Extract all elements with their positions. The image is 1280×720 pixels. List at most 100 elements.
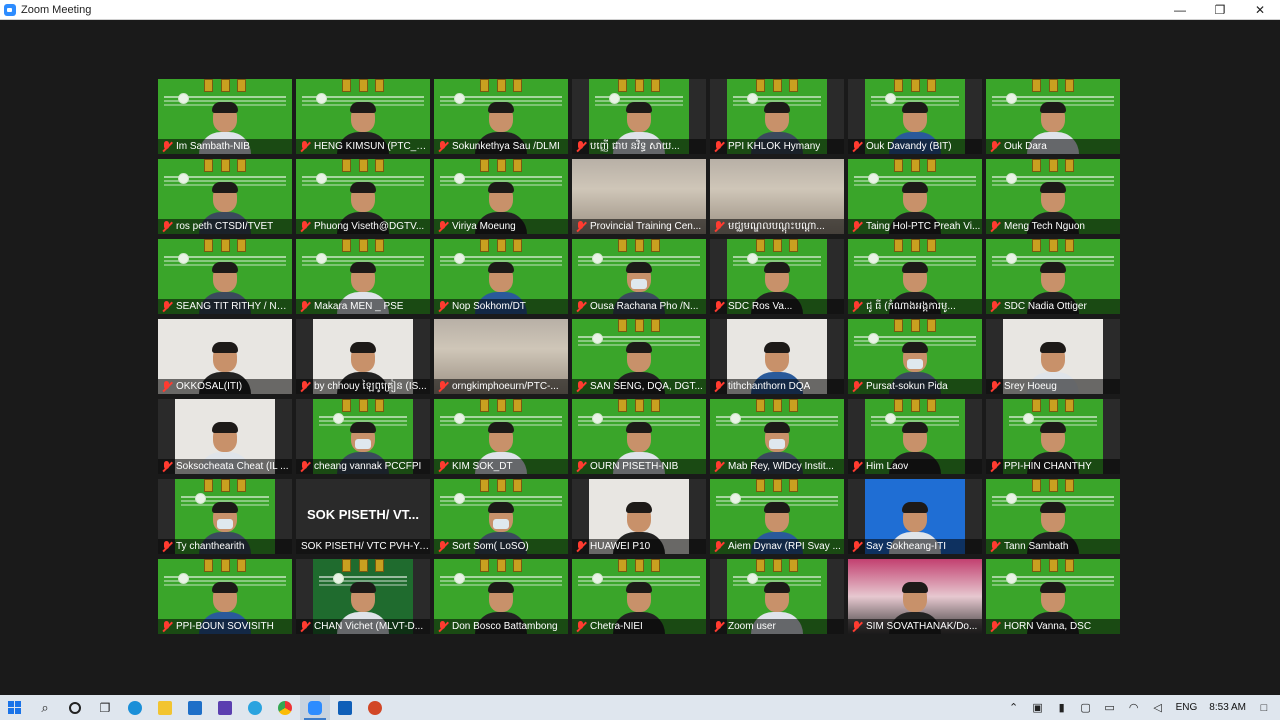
participant-tile[interactable]: Im Sambath-NIB: [158, 79, 292, 154]
outlook-app[interactable]: [330, 695, 360, 720]
search-icon: ⌕: [41, 699, 49, 715]
chrome-app[interactable]: [270, 695, 300, 720]
participant-tile[interactable]: Phuong Viseth@DGTV...: [296, 159, 430, 234]
participant-tile[interactable]: Tann Sambath: [986, 479, 1120, 554]
mail-app[interactable]: [180, 695, 210, 720]
maximize-button[interactable]: ❐: [1200, 0, 1240, 20]
start-button[interactable]: [0, 695, 30, 720]
battery-icon[interactable]: ▭: [1098, 695, 1122, 720]
powerpoint-app[interactable]: [360, 695, 390, 720]
language-indicator[interactable]: ENG: [1170, 702, 1204, 713]
participant-tile[interactable]: Aiem Dynav (RPI Svay ...: [710, 479, 844, 554]
close-button[interactable]: ✕: [1240, 0, 1280, 20]
participant-tile[interactable]: Meng Tech Nguon: [986, 159, 1120, 234]
participant-namebar: Ty chanthearith: [158, 539, 292, 554]
meet-now-icon[interactable]: ▣: [1026, 695, 1050, 720]
participant-tile[interactable]: cheang vannak PCCFPI: [296, 399, 430, 474]
participant-tile[interactable]: Mab Rey, WlDcy Instit...: [710, 399, 844, 474]
notification-app-icon[interactable]: ▢: [1074, 695, 1098, 720]
participant-tile[interactable]: SOK PISETH/ VT... SOK PISETH/ VTC PVH-YA.…: [296, 479, 430, 554]
visual-studio-app[interactable]: [210, 695, 240, 720]
participant-namebar: ros peth CTSDI/TVET: [158, 219, 292, 234]
task-view-button[interactable]: ❐: [90, 695, 120, 720]
participant-tile[interactable]: Viriya Moeung: [434, 159, 568, 234]
participant-name: Srey Hoeug: [1004, 381, 1057, 392]
ministry-logo-icon: [454, 93, 465, 104]
participant-tile[interactable]: HENG KIMSUN (PTC_O...: [296, 79, 430, 154]
telegram-app[interactable]: [240, 695, 270, 720]
participant-tile[interactable]: CHAN Vichet (MLVT-D...: [296, 559, 430, 634]
muted-microphone-icon: [161, 540, 173, 553]
participant-tile[interactable]: មជ្ឈមណ្ឌលបណ្ដុះបណ្ដា...: [710, 159, 844, 234]
virtual-background-emblems: [894, 319, 936, 333]
participant-tile[interactable]: Sokunkethya Sau /DLMI: [434, 79, 568, 154]
participant-tile[interactable]: by chhouy ឡៃពូគ្រៀន (IS...: [296, 319, 430, 394]
participant-tile[interactable]: HORN Vanna, DSC: [986, 559, 1120, 634]
participant-tile[interactable]: PPI KHLOK Hymany: [710, 79, 844, 154]
participant-namebar: Say Sokheang-ITI: [848, 539, 982, 554]
participant-tile[interactable]: OURN PISETH-NIB: [572, 399, 706, 474]
participant-tile[interactable]: Srey Hoeug: [986, 319, 1120, 394]
participant-tile[interactable]: Ousa Rachana Pho /N...: [572, 239, 706, 314]
participant-tile[interactable]: KIM SOK_DT: [434, 399, 568, 474]
participant-tile[interactable]: SAN SENG, DQA, DGT...: [572, 319, 706, 394]
participant-tile[interactable]: Taing Hol-PTC Preah Vi...: [848, 159, 982, 234]
participant-namebar: PPI KHLOK Hymany: [710, 139, 844, 154]
participant-namebar: Ouk Dara: [986, 139, 1120, 154]
search-button[interactable]: ⌕: [30, 695, 60, 720]
participant-tile[interactable]: Zoom user: [710, 559, 844, 634]
participant-tile[interactable]: Chetra-NIEI: [572, 559, 706, 634]
microphone-icon[interactable]: ▮: [1050, 695, 1074, 720]
minimize-button[interactable]: —: [1160, 0, 1200, 20]
chrome-icon: [278, 700, 292, 715]
participant-tile[interactable]: SEANG TIT RITHY / NPI...: [158, 239, 292, 314]
wifi-icon[interactable]: ◠: [1122, 695, 1146, 720]
participant-tile[interactable]: Provincial Training Cen...: [572, 159, 706, 234]
participant-tile[interactable]: Don Bosco Battambong: [434, 559, 568, 634]
muted-microphone-icon: [575, 380, 587, 393]
participant-tile[interactable]: ជូ ធី (កំណាងអង្គការមូ...: [848, 239, 982, 314]
participant-tile[interactable]: Makara MEN _ PSE: [296, 239, 430, 314]
clock[interactable]: 8:53 AM: [1203, 702, 1252, 713]
muted-microphone-icon: [851, 140, 863, 153]
participant-tile[interactable]: SIM SOVATHANAK/Do...: [848, 559, 982, 634]
participant-tile[interactable]: Soksocheata Cheat (IL ...: [158, 399, 292, 474]
virtual-background-emblems: [204, 159, 246, 173]
participant-name-display: SOK PISETH/ VT...: [307, 507, 419, 522]
participant-tile[interactable]: ros peth CTSDI/TVET: [158, 159, 292, 234]
participant-tile[interactable]: Ty chanthearith: [158, 479, 292, 554]
participant-tile[interactable]: PPI-HIN CHANTHY: [986, 399, 1120, 474]
participant-tile[interactable]: tithchanthorn DQA: [710, 319, 844, 394]
muted-microphone-icon: [437, 540, 449, 553]
participant-tile[interactable]: OKKOSAL(ITI): [158, 319, 292, 394]
participant-tile[interactable]: Sort Som( LoSO): [434, 479, 568, 554]
show-hidden-icons-button[interactable]: ⌃: [1002, 695, 1026, 720]
participant-tile[interactable]: SDC Nadia Ottiger: [986, 239, 1120, 314]
virtual-background-emblems: [480, 559, 522, 573]
action-center-icon[interactable]: □: [1252, 695, 1276, 720]
participant-name: HUAWEI P10: [590, 541, 651, 552]
volume-icon[interactable]: ◁: [1146, 695, 1170, 720]
participant-tile[interactable]: Pursat-sokun Pida: [848, 319, 982, 394]
virtual-background-emblems: [342, 239, 384, 253]
file-explorer-app[interactable]: [150, 695, 180, 720]
participant-tile[interactable]: បញ្ញើ ជាប នវិទ្ធ សាយ...: [572, 79, 706, 154]
participant-tile[interactable]: Ouk Dara: [986, 79, 1120, 154]
participant-tile[interactable]: HUAWEI P10: [572, 479, 706, 554]
participant-tile[interactable]: Ouk Davandy (BIT): [848, 79, 982, 154]
cortana-button[interactable]: [60, 695, 90, 720]
virtual-background-emblems: [756, 79, 798, 93]
virtual-background-emblems: [1032, 159, 1074, 173]
windows-logo-icon: [8, 700, 22, 715]
participant-tile[interactable]: Say Sokheang-ITI: [848, 479, 982, 554]
participant-tile[interactable]: Nop Sokhom/DT: [434, 239, 568, 314]
zoom-app[interactable]: [300, 695, 330, 720]
participant-name: SIM SOVATHANAK/Do...: [866, 621, 978, 632]
participant-tile[interactable]: PPI-BOUN SOVISITH: [158, 559, 292, 634]
participant-tile[interactable]: SDC Ros Va...: [710, 239, 844, 314]
edge-app[interactable]: [120, 695, 150, 720]
participant-name: Phuong Viseth@DGTV...: [314, 221, 425, 232]
participant-tile[interactable]: orngkimphoeurn/PTC-...: [434, 319, 568, 394]
participant-tile[interactable]: Him Laov: [848, 399, 982, 474]
participant-namebar: Viriya Moeung: [434, 219, 568, 234]
